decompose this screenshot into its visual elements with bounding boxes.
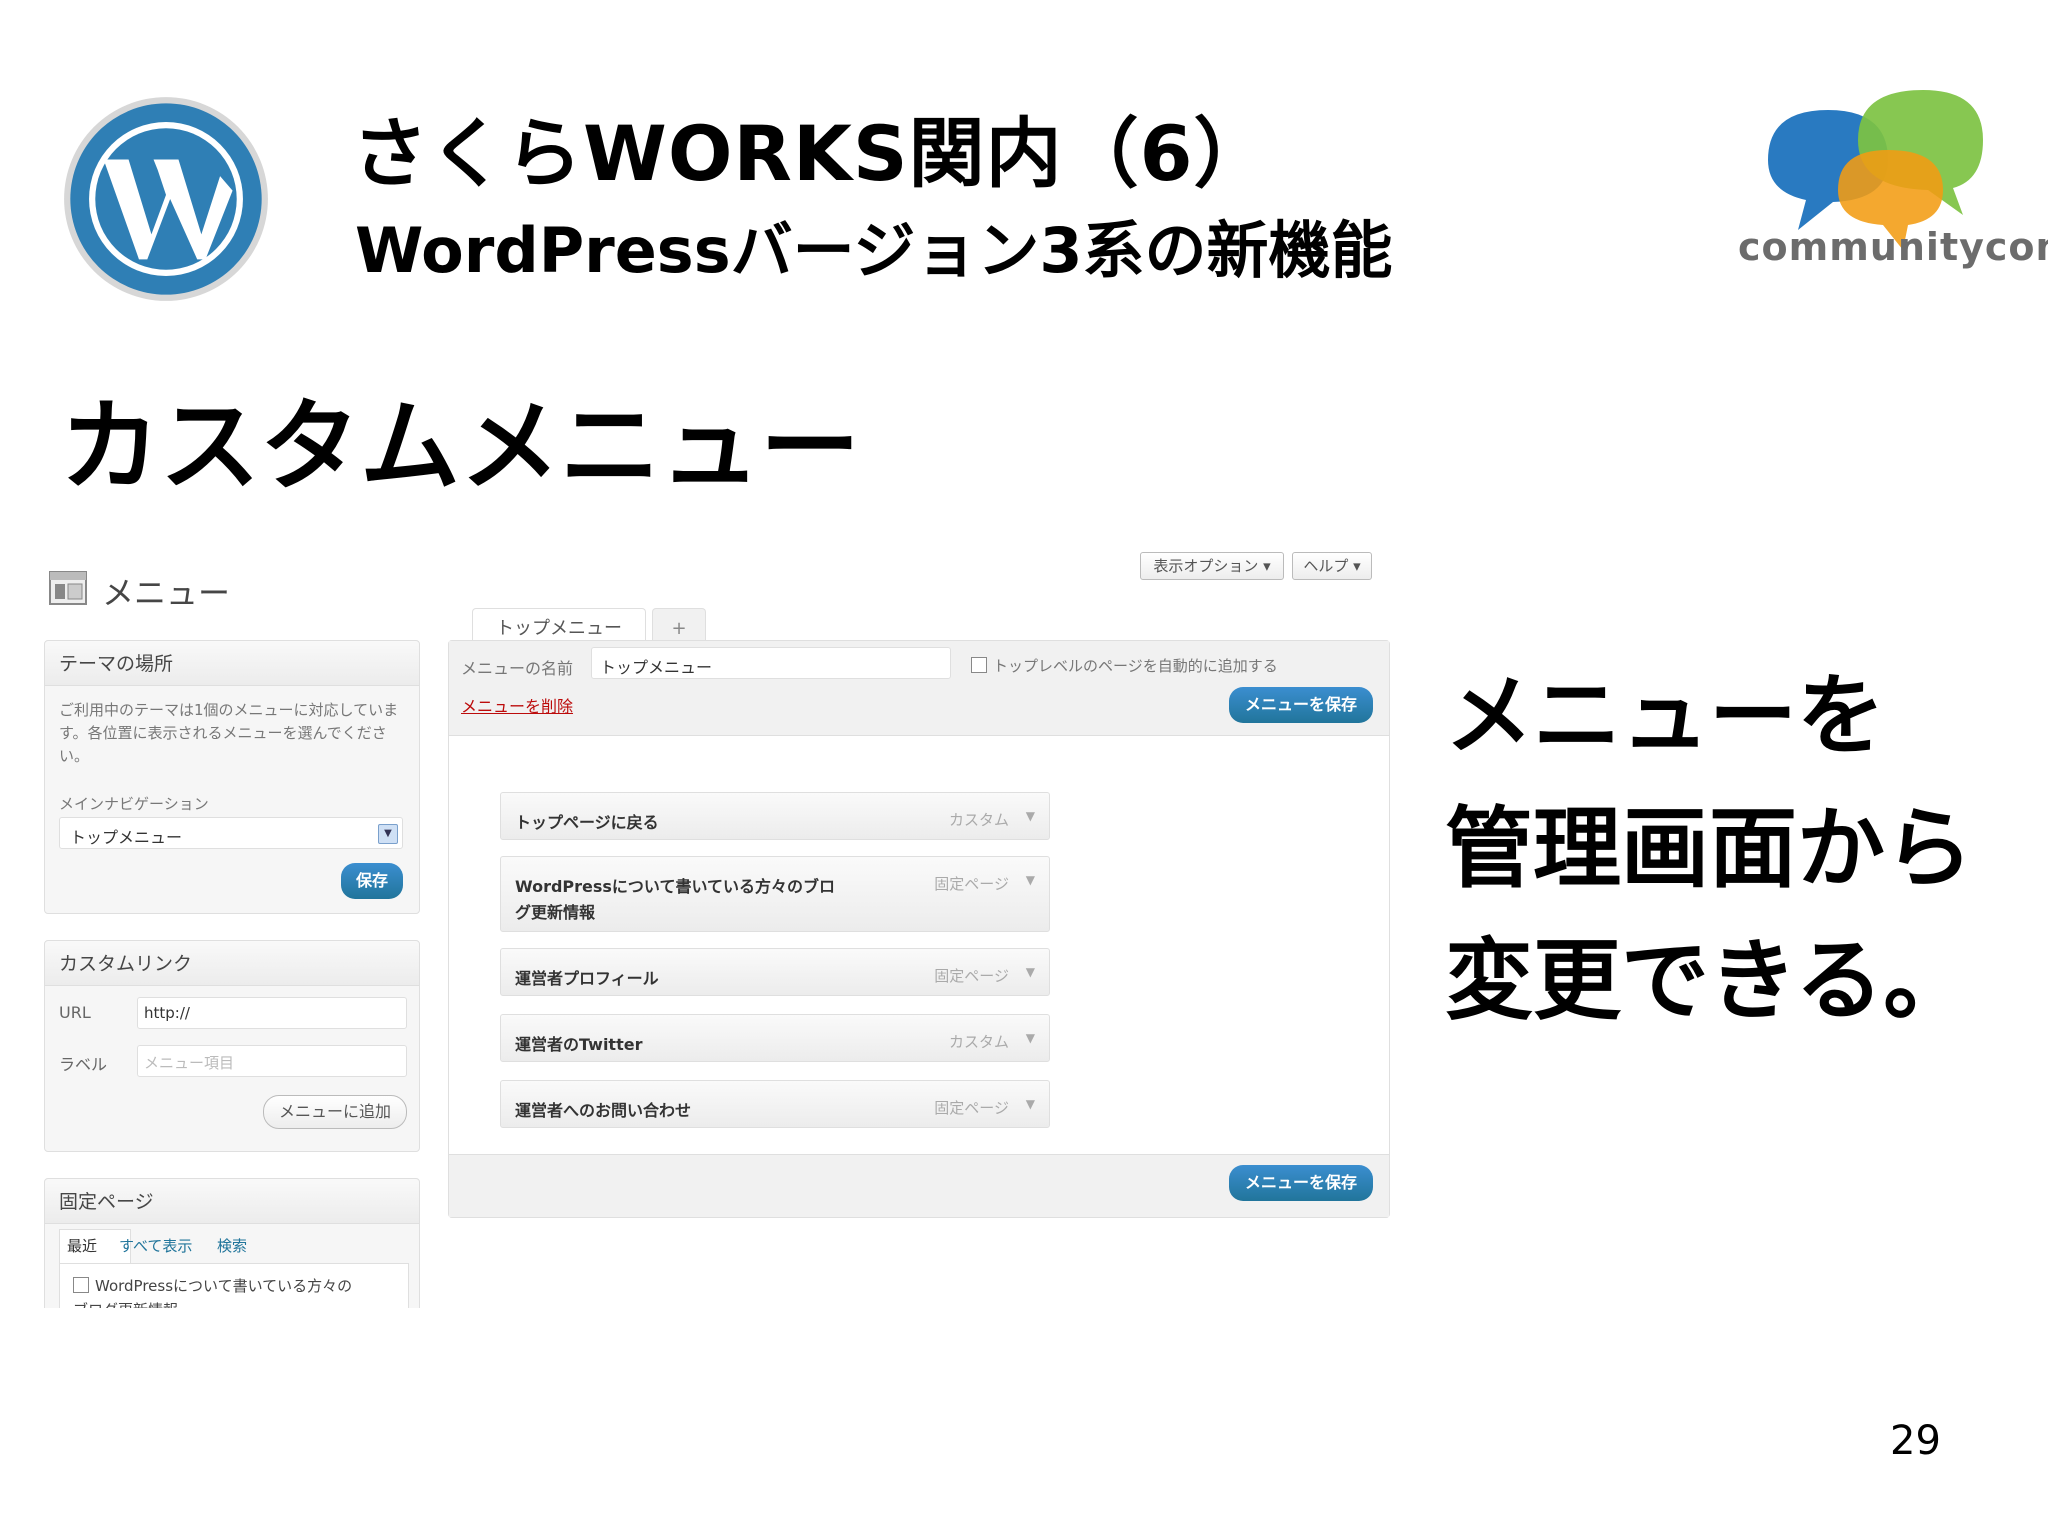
pages-tab-search[interactable]: 検索 (217, 1235, 247, 1256)
menu-item[interactable]: 運営者のTwitter カスタム ▼ (500, 1014, 1050, 1062)
custom-links-title: カスタムリンク (59, 953, 193, 975)
checkbox-icon (971, 657, 987, 673)
side-text-line-3: 変更できる。 (1445, 929, 1972, 1032)
custom-links-box: カスタムリンク URL http:// ラベル メニュー項目 メニューに追加 (44, 940, 420, 1152)
wp-menu-screenshot: メニュー 表示オプション ▾ ヘルプ ▾ トップメニュー + テーマの場所 ご利… (40, 548, 1400, 1308)
delete-menu-link[interactable]: メニューを削除 (461, 693, 573, 717)
menu-name-label: メニューの名前 (461, 659, 574, 678)
chevron-down-icon[interactable]: ▼ (1026, 809, 1035, 823)
side-text-line-2: 管理画面から (1445, 797, 1974, 900)
chevron-down-icon[interactable]: ▼ (1026, 1097, 1035, 1111)
menu-item[interactable]: WordPressについて書いている方々のブロ グ更新情報 固定ページ ▼ (500, 856, 1050, 932)
menu-item[interactable]: 運営者プロフィール 固定ページ ▼ (500, 948, 1050, 996)
label-label: ラベル (59, 1055, 108, 1074)
slide-title: さくらWORKS関内（6） (352, 109, 1271, 198)
menu-page-title: メニュー (102, 574, 231, 612)
pages-box: 固定ページ 最近 すべて表示 検索 WordPressについて書いている方々の … (44, 1178, 420, 1308)
save-location-button[interactable]: 保存 (341, 863, 403, 899)
url-input[interactable]: http:// (137, 997, 407, 1029)
theme-locations-box: テーマの場所 ご利用中のテーマは1個のメニューに対応しています。各位置に表示され… (44, 640, 420, 914)
wordpress-logo-icon (64, 97, 268, 301)
menu-item[interactable]: 運営者へのお問い合わせ 固定ページ ▼ (500, 1080, 1050, 1128)
theme-locations-description: ご利用中のテーマは1個のメニューに対応しています。各位置に表示されるメニューを選… (59, 701, 399, 765)
main-navigation-select[interactable]: トップメニュー ▼ (59, 817, 403, 849)
main-navigation-selected: トップメニュー (70, 828, 183, 847)
page-checkbox-item[interactable]: WordPressについて書いている方々の (73, 1275, 352, 1296)
save-menu-button-top[interactable]: メニューを保存 (1229, 687, 1373, 723)
chevron-down-icon[interactable]: ▼ (1026, 965, 1035, 979)
side-text-line-1: メニューを (1445, 664, 1886, 767)
pages-tab-recent[interactable]: 最近 (67, 1235, 97, 1256)
menu-name-input[interactable]: トップメニュー (591, 647, 951, 679)
chevron-down-icon[interactable]: ▼ (1026, 873, 1035, 887)
chevron-down-icon: ▼ (378, 824, 398, 844)
label-input[interactable]: メニュー項目 (137, 1045, 407, 1077)
communitycom-wordmark: communitycom (1738, 225, 2048, 269)
auto-add-checkbox[interactable]: トップレベルのページを自動的に追加する (971, 655, 1278, 676)
help-button[interactable]: ヘルプ ▾ (1292, 552, 1372, 580)
slide-heading: カスタムメニュー (60, 388, 860, 505)
url-label: URL (59, 1003, 91, 1022)
save-menu-button-bottom[interactable]: メニューを保存 (1229, 1165, 1373, 1201)
screen-options-button[interactable]: 表示オプション ▾ (1140, 552, 1284, 580)
theme-locations-title: テーマの場所 (59, 653, 174, 675)
pages-tab-all[interactable]: すべて表示 (119, 1235, 192, 1256)
menu-item[interactable]: トップページに戻る カスタム ▼ (500, 792, 1050, 840)
slide-subtitle: WordPressバージョン3系の新機能 (355, 214, 1393, 287)
main-navigation-label: メインナビゲーション (59, 795, 209, 813)
pages-title: 固定ページ (59, 1191, 154, 1213)
add-to-menu-button[interactable]: メニューに追加 (263, 1095, 407, 1129)
menu-page-icon (49, 571, 87, 605)
page-checkbox-item-cont: ブログ更新情報 (73, 1299, 178, 1308)
checkbox-icon (73, 1277, 89, 1293)
chevron-down-icon[interactable]: ▼ (1026, 1031, 1035, 1045)
page-number: 29 (1890, 1418, 1941, 1464)
